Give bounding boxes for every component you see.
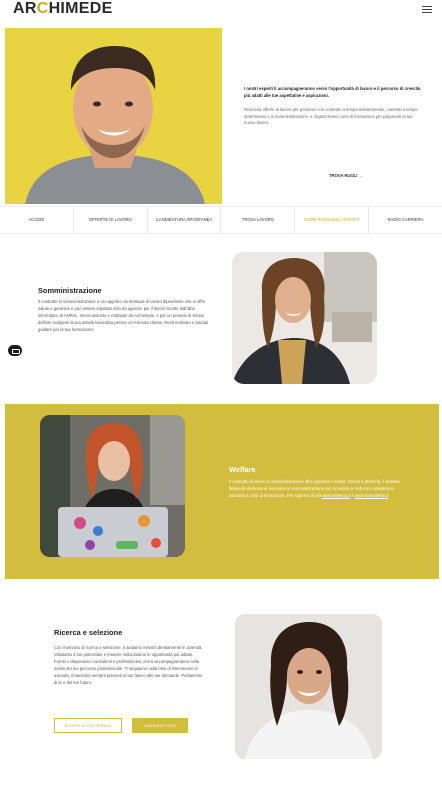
ebitemp-link[interactable]: www.ebitemp.it	[322, 493, 350, 498]
ricerca-photo-woman	[235, 614, 382, 759]
formatemp-link[interactable]: www.formatemp.it	[355, 493, 388, 498]
apply-now-button[interactable]: CANDIDATI ORA	[132, 718, 188, 733]
welfare-title: Welfare	[229, 465, 256, 474]
logo-accent-letter: C	[36, 0, 49, 17]
logo[interactable]: ARCHIMEDE	[13, 0, 113, 18]
welfare-body: Il contratto di lavoro in somministrazio…	[229, 478, 401, 499]
menu-icon[interactable]	[422, 6, 432, 13]
hero-body-text: Riceverai offerte di lavoro per posizion…	[244, 107, 418, 126]
welfare-section: Welfare Il contratto di lavoro in sommin…	[5, 404, 439, 579]
header: ARCHIMEDE	[0, 0, 442, 22]
hero-section: I nostri esperti ti accompagneranno vers…	[5, 28, 437, 204]
chat-icon[interactable]	[8, 345, 22, 356]
section-tabs: ACCEDI OFFERTE DI LAVORO CANDIDATURA SPO…	[0, 206, 442, 234]
hero-text-block: I nostri esperti ti accompagneranno vers…	[244, 86, 424, 127]
somministrazione-body: Il contratto in somministrazione è un ra…	[38, 299, 209, 332]
discover-services-button[interactable]: SCOPRI DI PIÙ SERVIZI	[54, 718, 122, 733]
hero-lead-text: I nostri esperti ti accompagneranno vers…	[244, 86, 421, 98]
somministrazione-photo-woman	[232, 252, 377, 384]
hero-photo-man	[5, 28, 222, 204]
tab-come-possiamo-aiutarti[interactable]: COME POSSIAMO AIUTARTI	[295, 207, 370, 233]
somministrazione-title: Somministrazione	[38, 286, 102, 295]
tab-accedi[interactable]: ACCEDI	[0, 207, 74, 233]
tab-radio-carriera[interactable]: RADIO CARRIERA	[369, 207, 442, 233]
logo-text-right: HIMEDE	[48, 0, 113, 17]
logo-text-left: AR	[13, 0, 37, 17]
tab-offerte-di-lavoro[interactable]: OFFERTE DI LAVORO	[74, 207, 148, 233]
tab-candidatura-spontanea[interactable]: CANDIDATURA SPONTANEA	[148, 207, 222, 233]
welfare-photo-woman-laptop	[40, 415, 185, 557]
find-roles-link[interactable]: TROVA RUOLI →	[329, 173, 363, 178]
ricerca-body: Con il servizio di ricerca e selezione, …	[54, 645, 203, 685]
tab-trova-lavoro[interactable]: TROVA LAVORO	[221, 207, 296, 233]
ricerca-title: Ricerca e selezione	[54, 628, 123, 637]
